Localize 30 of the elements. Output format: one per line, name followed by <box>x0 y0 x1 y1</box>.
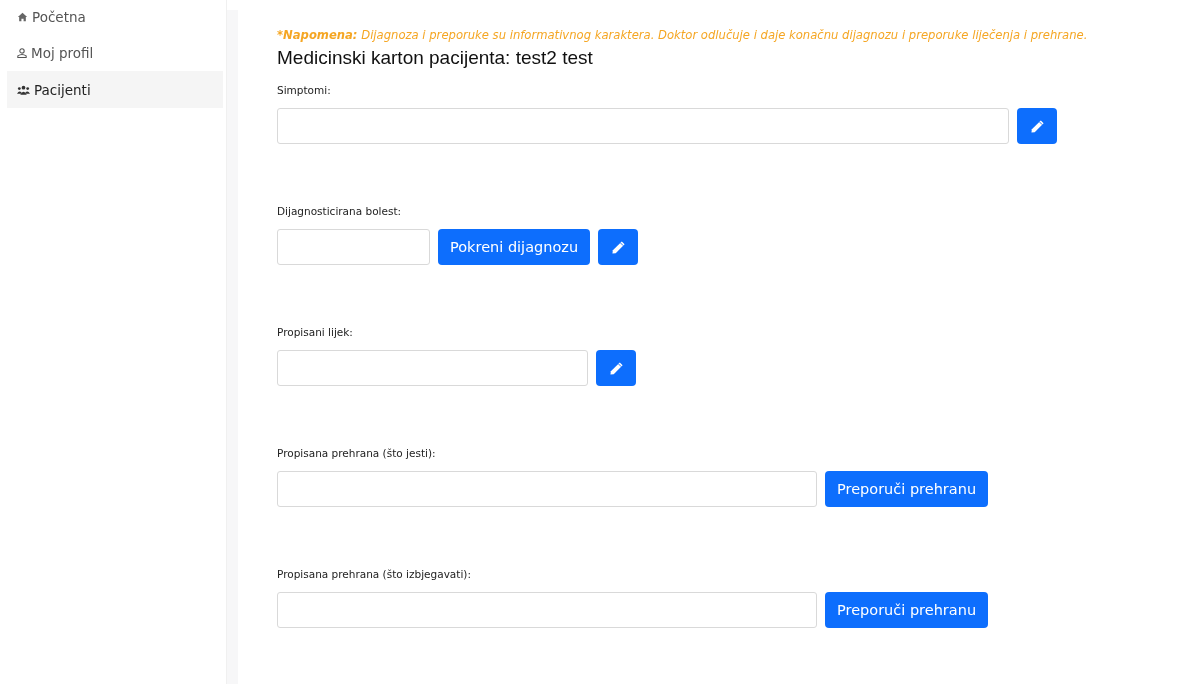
page-title: Medicinski karton pacijenta: test2 test <box>277 47 594 69</box>
action-button[interactable]: Preporuči prehranu <box>825 592 989 628</box>
home-icon <box>17 12 28 22</box>
edit-button[interactable] <box>596 350 636 386</box>
field-label: Propisana prehrana (što jesti): <box>277 447 437 459</box>
sidebar-item[interactable]: Moj profil <box>7 34 223 71</box>
field-label: Dijagnosticirana bolest: <box>277 205 403 217</box>
field-label: Propisani lijek: <box>277 326 354 338</box>
person-icon <box>17 47 27 58</box>
disclaimer-note: *Napomena: Dijagnoza i preporuke su informativnog karaktera. Doktor odlučuje i daje konačnu dijagnozu i preporuke liječenja i prehrane. <box>277 28 1089 42</box>
sidebar-label: Početna <box>32 9 86 25</box>
action-button[interactable]: Preporuči prehranu <box>825 471 989 507</box>
pencil-icon <box>1029 118 1045 134</box>
pencil-icon <box>608 360 624 376</box>
sidebar-item[interactable]: Početna <box>7 0 223 34</box>
input-field[interactable] <box>277 108 1009 144</box>
sidebar-label: Pacijenti <box>34 81 91 98</box>
edit-button[interactable] <box>598 229 639 265</box>
field-label: Simptomi: <box>277 84 332 96</box>
action-button[interactable]: Pokreni dijagnozu <box>438 229 591 265</box>
input-field[interactable] <box>277 471 817 507</box>
sidebar-label: Moj profil <box>31 44 94 61</box>
input-field[interactable] <box>277 350 588 386</box>
field-label: Propisana prehrana (što izbjegavati): <box>277 568 472 580</box>
sidebar-item[interactable]: Pacijenti <box>7 71 223 108</box>
input-field[interactable] <box>277 592 817 628</box>
pencil-icon <box>610 239 626 255</box>
input-field[interactable] <box>277 229 430 265</box>
people-icon <box>17 84 30 95</box>
edit-button[interactable] <box>1017 108 1057 144</box>
